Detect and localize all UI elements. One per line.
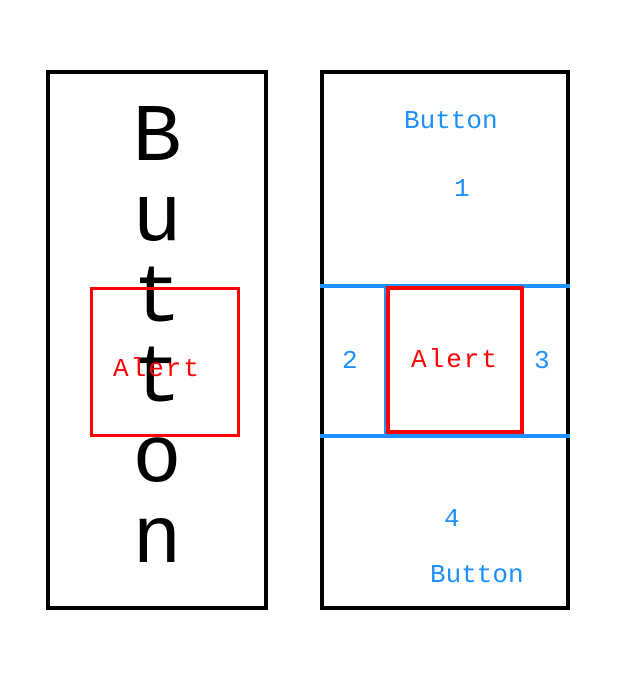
alert-label-left: Alert bbox=[50, 354, 264, 384]
panel-left: B u t t o n Alert bbox=[46, 70, 268, 610]
letter-n: n bbox=[132, 501, 181, 581]
letter-b: B bbox=[132, 99, 181, 179]
alert-box-right: Alert bbox=[386, 286, 524, 434]
vertical-button-label: B u t t o n bbox=[50, 74, 264, 606]
alert-label-right: Alert bbox=[411, 345, 499, 375]
region-3-label: 3 bbox=[534, 346, 550, 376]
letter-u: u bbox=[132, 179, 181, 259]
region-4-label: 4 bbox=[444, 504, 460, 534]
letter-o: o bbox=[132, 420, 181, 500]
letter-t1: t bbox=[132, 260, 181, 340]
button-label-top: Button bbox=[404, 106, 498, 136]
button-label-bottom: Button bbox=[430, 560, 524, 590]
region-2-label: 2 bbox=[342, 346, 358, 376]
panel-right: Button 1 2 3 Alert 4 Button bbox=[320, 70, 570, 610]
region-1-label: 1 bbox=[454, 174, 470, 204]
